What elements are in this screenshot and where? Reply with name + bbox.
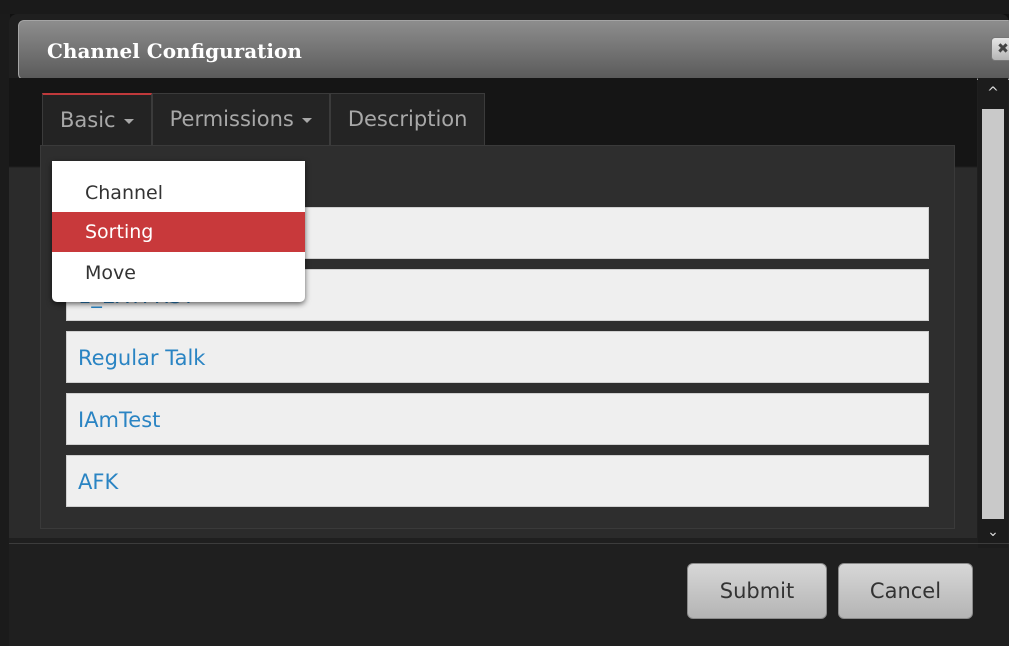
tab-basic[interactable]: Basic: [42, 93, 152, 145]
submit-button[interactable]: Submit: [687, 563, 827, 619]
menu-item-label: Move: [85, 262, 136, 284]
tab-description-label: Description: [347, 107, 468, 131]
tab-permissions-label: Permissions: [169, 107, 294, 131]
footer-divider: [9, 543, 1009, 544]
cancel-button-label: Cancel: [869, 579, 942, 603]
channel-label: IAmTest: [78, 408, 161, 432]
scroll-down-icon[interactable]: ⌄: [982, 521, 1004, 543]
close-icon: ✖: [997, 41, 1009, 57]
menu-item-sorting[interactable]: Sorting: [52, 212, 305, 252]
tab-bar: Basic Permissions Description: [42, 93, 486, 145]
menu-item-channel[interactable]: Channel: [52, 173, 305, 213]
caret-down-icon: [123, 118, 134, 124]
scroll-thumb[interactable]: [982, 109, 1004, 519]
tab-basic-label: Basic: [60, 108, 116, 132]
channel-label: Regular Talk: [78, 346, 206, 370]
channel-list-item[interactable]: IAmTest: [66, 393, 929, 445]
channel-label: AFK: [78, 470, 119, 494]
dialog-title: Channel Configuration: [47, 39, 302, 63]
tab-description[interactable]: Description: [329, 93, 486, 145]
basic-dropdown-menu: Channel Sorting Move: [52, 161, 305, 302]
channel-list-item[interactable]: Regular Talk: [66, 331, 929, 383]
tab-permissions[interactable]: Permissions: [151, 93, 330, 145]
channel-configuration-dialog: Channel Configuration ✖ Basic Permission…: [9, 14, 1009, 646]
channel-list-item[interactable]: AFK: [66, 455, 929, 507]
cancel-button[interactable]: Cancel: [838, 563, 973, 619]
menu-item-label: Sorting: [85, 221, 154, 243]
menu-item-label: Channel: [85, 182, 164, 204]
background-strip: [0, 0, 1009, 14]
caret-down-icon: [301, 117, 312, 123]
menu-item-move[interactable]: Move: [52, 253, 305, 293]
dialog-titlebar[interactable]: Channel Configuration ✖: [18, 20, 1009, 80]
close-button[interactable]: ✖: [991, 37, 1009, 61]
scroll-up-icon[interactable]: ^: [982, 82, 1004, 104]
vertical-scrollbar[interactable]: ^ ⌄: [978, 78, 1008, 548]
submit-button-label: Submit: [719, 579, 795, 603]
